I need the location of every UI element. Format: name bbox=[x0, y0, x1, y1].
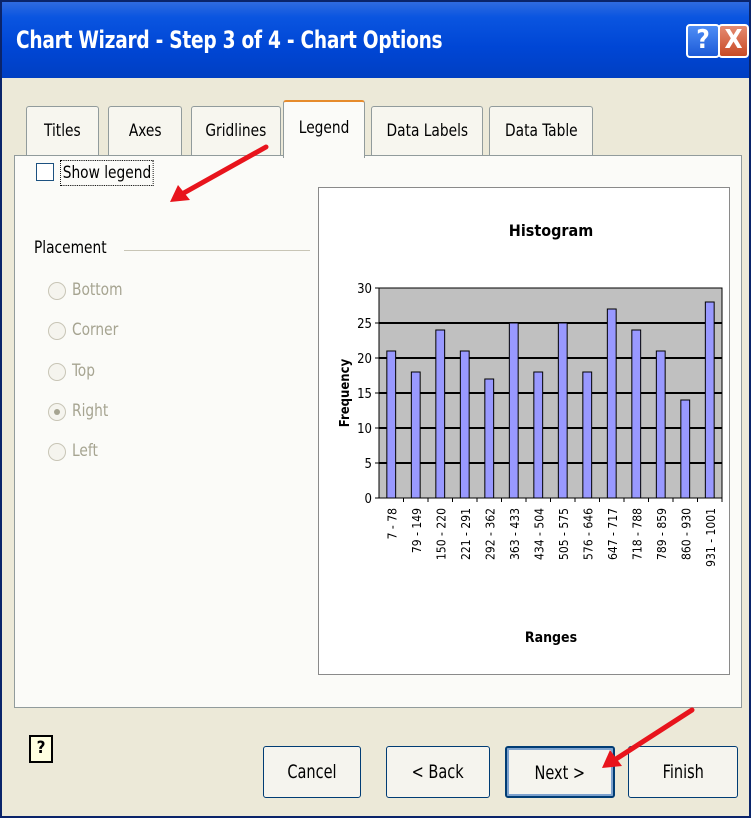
tab-legend-label: Legend bbox=[298, 118, 350, 138]
arrow-to-show-legend bbox=[170, 144, 269, 202]
annotation-arrows bbox=[170, 144, 695, 768]
arrow-to-next-button bbox=[602, 707, 695, 768]
chart-wizard-dialog: Chart Wizard - Step 3 of 4 - Chart Optio… bbox=[0, 0, 751, 818]
tab-legend[interactable]: Legend bbox=[283, 100, 365, 158]
